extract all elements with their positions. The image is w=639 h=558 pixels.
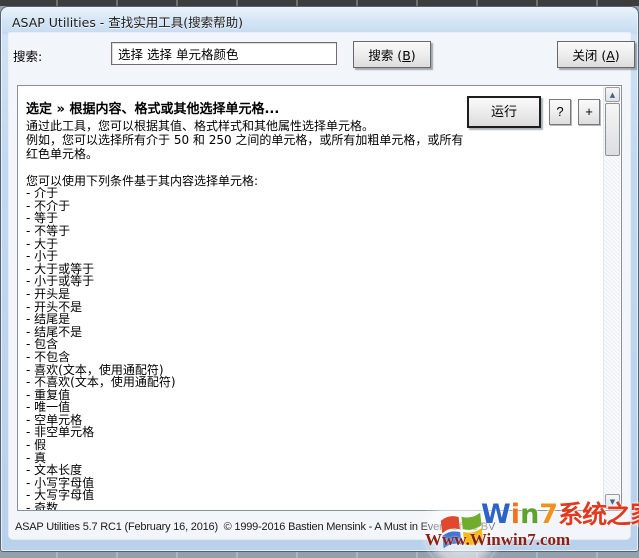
result-text-column: 选定 » 根据内容、格式或其他选择单元格... 通过此工具，您可以根据其值、格式… xyxy=(26,86,591,511)
description-line: 红色单元格。 xyxy=(26,147,99,162)
list-item: - 介于 xyxy=(26,186,59,201)
condition-list-intro: 您可以使用下列条件基于其内容选择单元格: xyxy=(26,173,259,188)
list-item: - 小于 xyxy=(26,249,59,264)
scroll-down-icon[interactable]: ▼ xyxy=(605,494,620,509)
search-button-mnemonic: B xyxy=(402,48,411,63)
help-button[interactable]: ? xyxy=(549,99,571,125)
close-button-mnemonic: A xyxy=(606,48,615,63)
run-button[interactable]: 运行 xyxy=(467,96,541,128)
search-button[interactable]: 搜索 (B) xyxy=(353,41,431,68)
scroll-thumb[interactable] xyxy=(605,103,620,156)
search-label: 搜索: xyxy=(13,49,43,64)
result-panel: 选定 » 根据内容、格式或其他选择单元格... 通过此工具，您可以根据其值、格式… xyxy=(17,85,622,511)
list-item: - 不包含 xyxy=(26,349,71,364)
list-item: - 大于 xyxy=(26,236,59,251)
scroll-up-icon[interactable]: ▲ xyxy=(605,87,620,102)
background-strip-bottom xyxy=(0,552,639,558)
list-item: - 结尾是 xyxy=(26,312,71,327)
list-item: - 大写字母值 xyxy=(26,488,95,503)
list-item: - 奇数 xyxy=(26,501,59,511)
vertical-scrollbar[interactable]: ▲ ▼ xyxy=(603,87,620,509)
dialog-window: ASAP Utilities - 查找实用工具(搜索帮助) 搜索: 搜索 (B)… xyxy=(0,6,639,552)
condition-list: - 介于 - 不介于 - 等于 - 不等于 - 大于 - 小于 - 大于或等于 - 小于或等于… xyxy=(26,186,591,511)
list-item: - 包含 xyxy=(26,337,59,352)
list-item: - 重复值 xyxy=(26,387,71,402)
list-item: - 唯一值 xyxy=(26,400,71,415)
list-item: - 等于 xyxy=(26,211,59,226)
list-item: - 真 xyxy=(26,450,47,465)
list-item: - 小于或等于 xyxy=(26,274,95,289)
list-item: - 假 xyxy=(26,438,47,453)
list-item: - 不介于 xyxy=(26,198,71,213)
list-item: - 小写字母值 xyxy=(26,475,95,490)
add-button[interactable]: + xyxy=(578,99,600,125)
list-item: - 大于或等于 xyxy=(26,261,95,276)
list-item: - 非空单元格 xyxy=(26,425,95,440)
close-button-label-end: ) xyxy=(614,48,620,63)
close-button-label: 关闭 ( xyxy=(572,48,607,63)
list-item: - 开头不是 xyxy=(26,299,83,314)
list-item: - 结尾不是 xyxy=(26,324,83,339)
window-title: ASAP Utilities - 查找实用工具(搜索帮助) xyxy=(12,14,244,30)
dialog-client-area: 搜索: 搜索 (B) 关闭 (A) 选定 » 根据内容、格式或其他选择单元格..… xyxy=(9,33,635,539)
search-button-label: 搜索 ( xyxy=(368,48,403,63)
list-item: - 文本长度 xyxy=(26,463,83,478)
list-item: - 开头是 xyxy=(26,286,71,301)
list-item: - 空单元格 xyxy=(26,412,83,427)
search-button-label-end: ) xyxy=(410,48,416,63)
title-bar[interactable]: ASAP Utilities - 查找实用工具(搜索帮助) xyxy=(2,8,637,34)
status-text: ASAP Utilities 5.7 RC1 (February 16, 201… xyxy=(15,521,496,533)
list-item: - 不等于 xyxy=(26,223,71,238)
close-button[interactable]: 关闭 (A) xyxy=(557,41,635,68)
search-input[interactable] xyxy=(111,42,337,65)
description-line: 例如，您可以选择所有介于 50 和 250 之间的单元格，或所有加粗单元格，或所… xyxy=(26,133,464,148)
list-item: - 不喜欢(文本，使用通配符) xyxy=(26,375,176,390)
